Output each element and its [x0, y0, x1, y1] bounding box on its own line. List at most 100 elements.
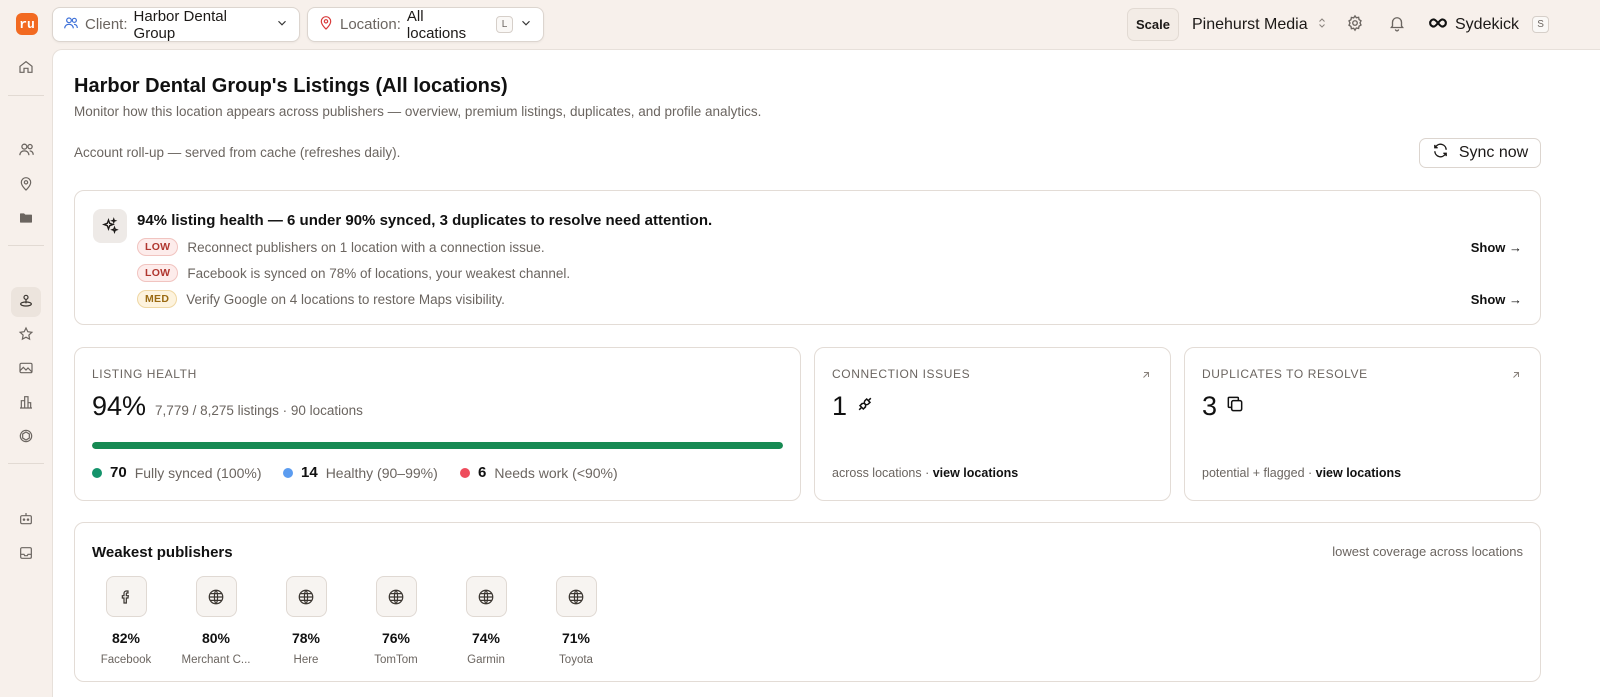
sidebar-item-inbox[interactable] [11, 540, 41, 570]
globe-icon [195, 576, 237, 617]
publisher-name: Here [293, 654, 319, 666]
rollup-note: Account roll-up — served from cache (ref… [74, 145, 401, 160]
app-logo[interactable]: ru [16, 13, 38, 35]
footer-text: potential + flagged · [1202, 466, 1316, 480]
sparkle-icon [93, 209, 127, 243]
page-subtitle: Monitor how this location appears across… [74, 104, 762, 119]
publisher-item[interactable]: 80% Merchant C... [171, 576, 261, 666]
workspace-switcher[interactable]: Pinehurst Media [1192, 7, 1328, 42]
location-value: All locations [406, 7, 467, 42]
copy-icon [1225, 394, 1245, 419]
client-selector[interactable]: Client: Harbor Dental Group [52, 7, 300, 42]
progress-fill [92, 442, 783, 449]
sidebar-item-folders[interactable] [11, 205, 41, 235]
main-content: Harbor Dental Group's Listings (All loca… [52, 49, 1600, 697]
globe-icon [555, 576, 597, 617]
notifications-button[interactable] [1388, 7, 1406, 42]
publisher-name: Toyota [559, 654, 593, 666]
globe-icon [465, 576, 507, 617]
sync-label: Sync now [1458, 144, 1529, 161]
buildings-icon [18, 394, 34, 415]
publisher-percent: 76% [381, 630, 411, 646]
publisher-percent: 80% [201, 630, 231, 646]
gear-icon [1346, 14, 1364, 36]
sidebar-item-home[interactable] [11, 54, 41, 84]
insight-item: LOW Facebook is synced on 78% of locatio… [137, 264, 570, 282]
refresh-icon [1432, 142, 1449, 164]
show-link[interactable]: Show → [1471, 292, 1522, 307]
workspace-name: Pinehurst Media [1192, 15, 1308, 33]
sidebar-divider [8, 95, 44, 96]
robot-icon [18, 511, 34, 532]
sidebar-item-media[interactable] [11, 355, 41, 385]
assistant-button[interactable]: Sydekick S [1428, 7, 1550, 42]
view-locations-link[interactable]: view locations [933, 466, 1018, 480]
settings-button[interactable] [1346, 7, 1364, 42]
publisher-name: TomTom [374, 654, 418, 666]
arrow-up-right-icon[interactable] [1510, 368, 1522, 386]
connection-count: 1 [832, 391, 848, 421]
sidebar-item-ai[interactable] [11, 423, 41, 453]
sidebar-item-listings[interactable] [11, 287, 41, 317]
map-pin-icon [18, 176, 34, 197]
legend-label: Needs work (<90%) [494, 464, 618, 481]
publisher-item[interactable]: 71% Toyota [531, 576, 621, 666]
publisher-item[interactable]: 82% Facebook [81, 576, 171, 666]
sync-now-button[interactable]: Sync now [1419, 138, 1541, 168]
arrow-up-right-icon[interactable] [1140, 368, 1152, 386]
duplicates-card[interactable]: DUPLICATES TO RESOLVE 3 potential + flag… [1184, 347, 1541, 501]
sidebar-item-locations[interactable] [11, 171, 41, 201]
card-note: lowest coverage across locations [1332, 544, 1523, 559]
footer-text: across locations · [832, 466, 933, 480]
legend-dot [460, 467, 470, 478]
users-icon [63, 15, 79, 35]
sidebar-item-competitors[interactable] [11, 389, 41, 419]
users-icon [18, 141, 35, 163]
openai-icon [18, 428, 34, 449]
publisher-percent: 71% [561, 630, 591, 646]
publisher-name: Garmin [467, 654, 505, 666]
severity-badge: LOW [137, 238, 179, 256]
sidebar-item-clients[interactable] [11, 137, 41, 167]
map-pin-base-icon [18, 292, 34, 313]
images-icon [18, 360, 34, 381]
legend-item: 14 Healthy (90–99%) [283, 464, 438, 481]
duplicates-count: 3 [1202, 391, 1218, 421]
insight-item: LOW Reconnect publishers on 1 location w… [137, 238, 545, 256]
publisher-item[interactable]: 74% Garmin [441, 576, 531, 666]
legend-count: 14 [301, 464, 318, 481]
star-icon [18, 326, 34, 347]
sidebar-divider [8, 245, 44, 246]
view-locations-link[interactable]: view locations [1316, 466, 1401, 480]
card-caption: DUPLICATES TO RESOLVE [1202, 367, 1368, 381]
sidebar-item-reviews[interactable] [11, 321, 41, 351]
publisher-item[interactable]: 78% Here [261, 576, 351, 666]
publisher-percent: 78% [291, 630, 321, 646]
folder-icon [18, 210, 34, 231]
card-footer: potential + flagged · view locations [1202, 466, 1401, 480]
card-caption: LISTING HEALTH [92, 367, 197, 381]
insight-text: Reconnect publishers on 1 location with … [187, 239, 545, 255]
chevron-down-icon [275, 16, 289, 34]
page-title: Harbor Dental Group's Listings (All loca… [74, 75, 508, 97]
chevron-updown-icon [1316, 16, 1328, 34]
insights-headline: 94% listing health — 6 under 90% synced,… [137, 212, 713, 229]
plan-badge[interactable]: Scale [1127, 8, 1179, 41]
sidebar-item-bot[interactable] [11, 506, 41, 536]
plan-label: Scale [1136, 17, 1170, 32]
chevron-down-icon [519, 16, 533, 34]
connection-issues-card[interactable]: CONNECTION ISSUES 1 across locations · v… [814, 347, 1171, 501]
facebook-icon [105, 576, 147, 617]
inbox-icon [18, 545, 34, 566]
client-value: Harbor Dental Group [133, 7, 227, 42]
card-title: Weakest publishers [92, 544, 233, 561]
card-caption: CONNECTION ISSUES [832, 367, 971, 381]
show-link[interactable]: Show → [1471, 240, 1522, 255]
insight-text: Facebook is synced on 78% of locations, … [187, 265, 571, 281]
logo-text: ru [19, 16, 35, 32]
listing-health-card: LISTING HEALTH 94% 7,779 / 8,275 listing… [74, 347, 801, 501]
assistant-shortcut: S [1532, 16, 1550, 33]
publisher-item[interactable]: 76% TomTom [351, 576, 441, 666]
client-label: Client: [85, 16, 128, 33]
location-selector[interactable]: Location: All locations L [307, 7, 544, 42]
